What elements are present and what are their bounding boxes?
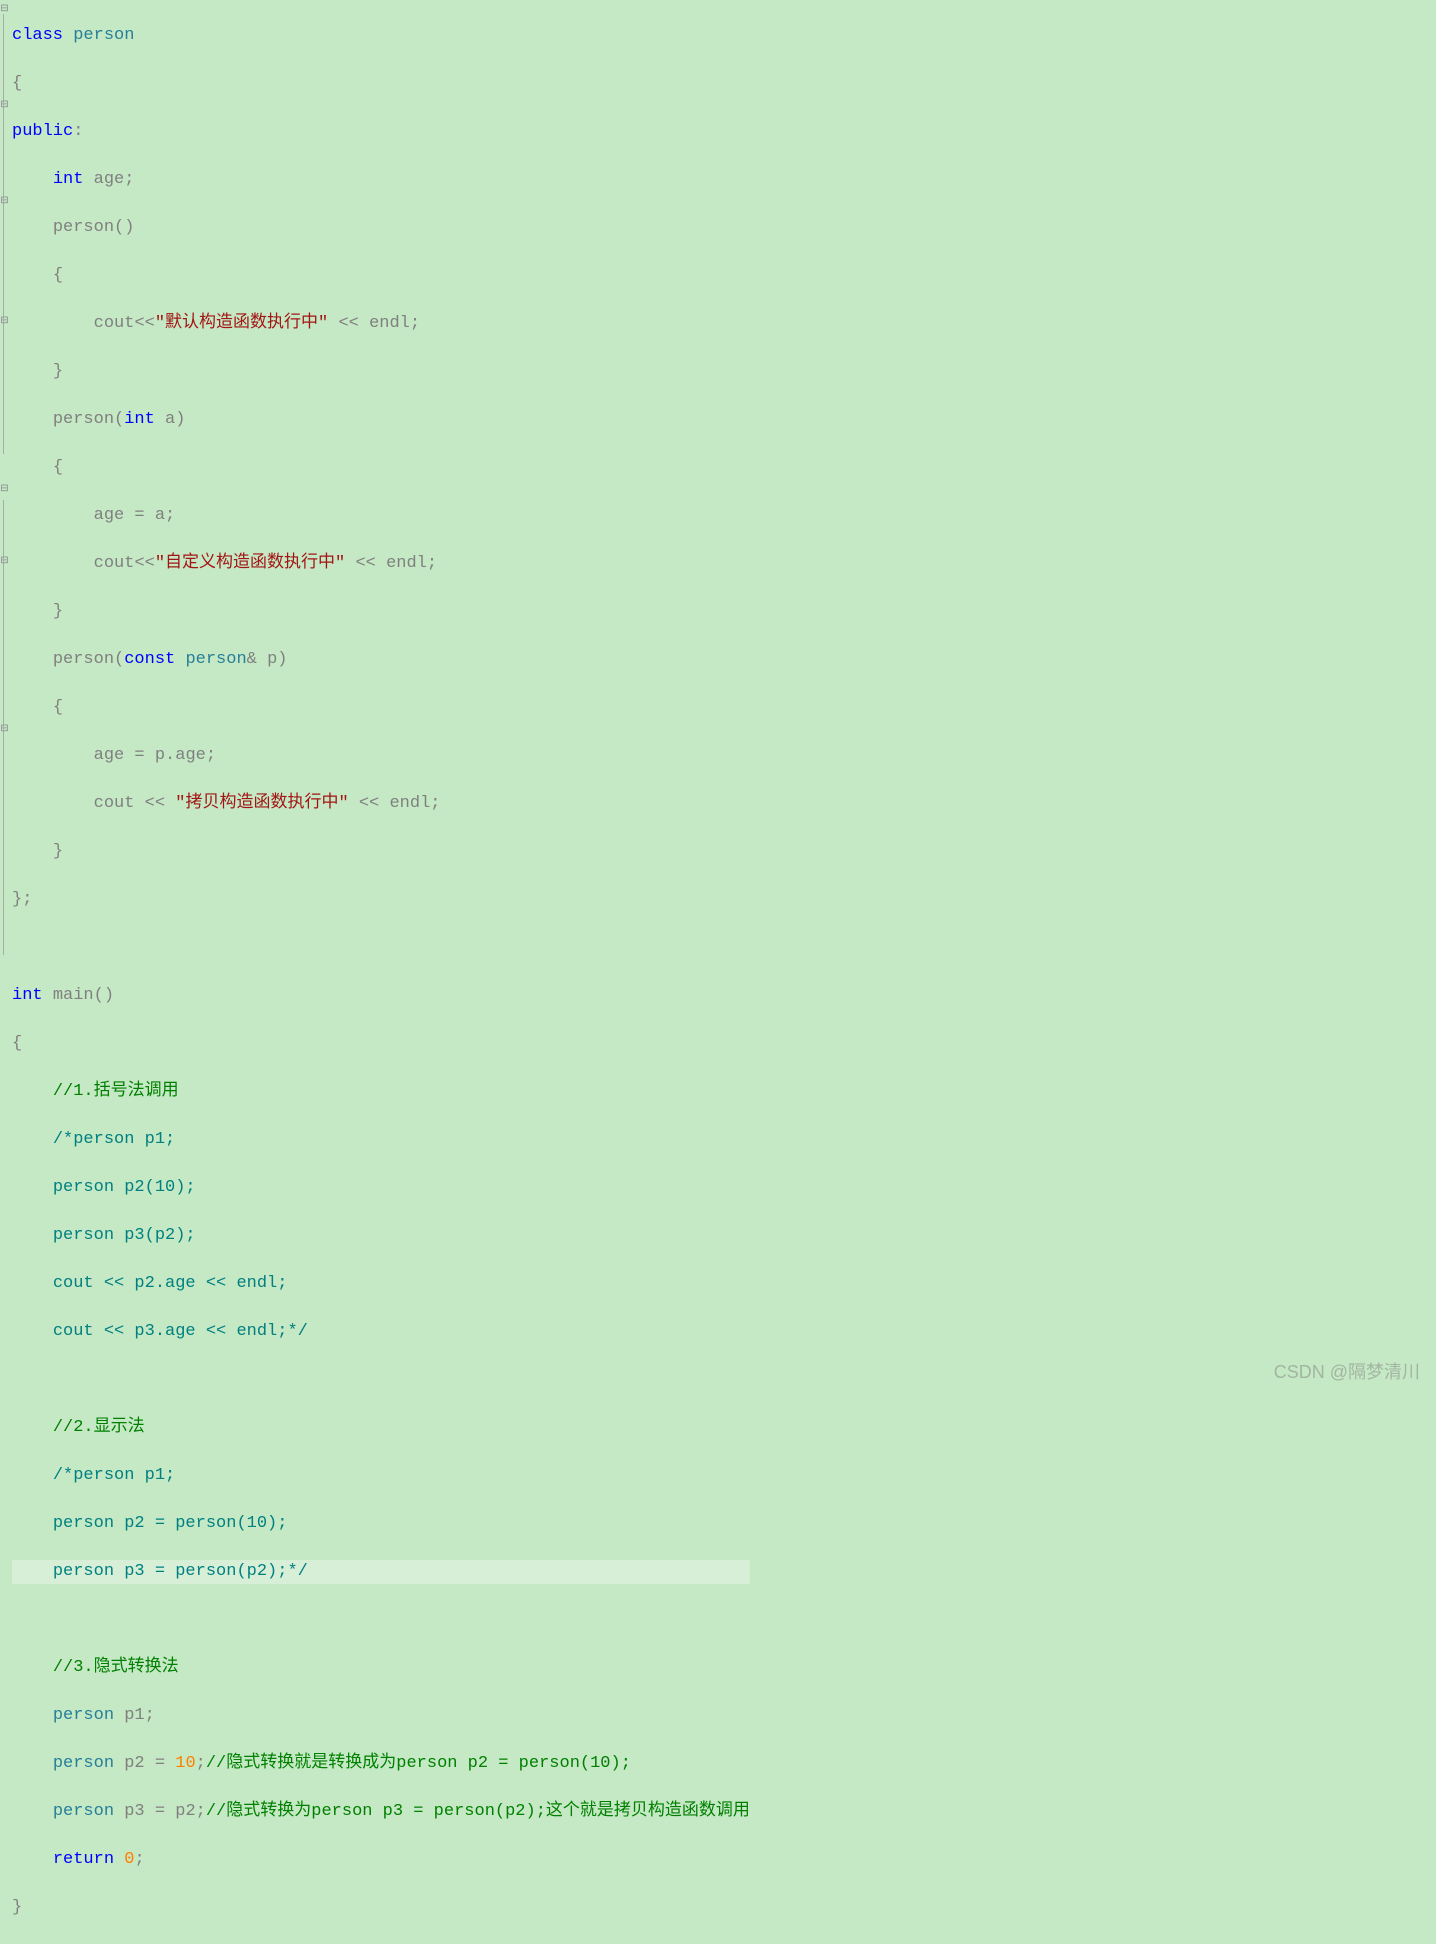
code-line: { xyxy=(12,1032,750,1056)
code-line-highlighted: person p3 = person(p2);*/ xyxy=(12,1560,750,1584)
code-line: //2.显示法 xyxy=(12,1416,750,1440)
fold-marker[interactable]: ⊟ xyxy=(0,317,9,326)
fold-marker[interactable]: ⊟ xyxy=(0,197,9,206)
code-line: { xyxy=(12,696,750,720)
code-line: age = p.age; xyxy=(12,744,750,768)
code-line: cout<<"默认构造函数执行中" << endl; xyxy=(12,312,750,336)
code-line: person() xyxy=(12,216,750,240)
fold-marker[interactable]: ⊟ xyxy=(0,101,9,110)
code-line: { xyxy=(12,456,750,480)
code-line: return 0; xyxy=(12,1848,750,1872)
fold-marker[interactable]: ⊟ xyxy=(0,485,9,494)
code-line: { xyxy=(12,264,750,288)
code-line: int age; xyxy=(12,168,750,192)
code-line: age = a; xyxy=(12,504,750,528)
code-line: public: xyxy=(12,120,750,144)
gutter: ⊟ ⊟ ⊟ ⊟ ⊟ ⊟ ⊟ xyxy=(0,0,10,1394)
code-line: cout << "拷贝构造函数执行中" << endl; xyxy=(12,792,750,816)
code-line: person p2 = 10;//隐式转换就是转换成为person p2 = p… xyxy=(12,1752,750,1776)
code-line: //1.括号法调用 xyxy=(12,1080,750,1104)
fold-marker[interactable]: ⊟ xyxy=(0,725,9,734)
code-editor[interactable]: class person { public: int age; person()… xyxy=(12,0,750,1944)
fold-marker[interactable]: ⊟ xyxy=(0,557,9,566)
code-line: cout << p2.age << endl; xyxy=(12,1272,750,1296)
code-line: person(int a) xyxy=(12,408,750,432)
code-line: person p2(10); xyxy=(12,1176,750,1200)
watermark: CSDN @隔梦清川 xyxy=(1274,1360,1420,1384)
code-line: cout << p3.age << endl;*/ xyxy=(12,1320,750,1344)
code-line: } xyxy=(12,1896,750,1920)
code-line: person p3 = p2;//隐式转换为person p3 = person… xyxy=(12,1800,750,1824)
code-line: /*person p1; xyxy=(12,1128,750,1152)
code-line: { xyxy=(12,72,750,96)
code-line: int main() xyxy=(12,984,750,1008)
code-line: } xyxy=(12,360,750,384)
code-line: } xyxy=(12,840,750,864)
code-line: /*person p1; xyxy=(12,1464,750,1488)
code-line xyxy=(12,1608,750,1632)
fold-marker[interactable]: ⊟ xyxy=(0,5,9,14)
code-line: } xyxy=(12,600,750,624)
code-line: //3.隐式转换法 xyxy=(12,1656,750,1680)
code-line xyxy=(12,1368,750,1392)
code-line xyxy=(12,936,750,960)
code-line: person(const person& p) xyxy=(12,648,750,672)
code-line: person p3(p2); xyxy=(12,1224,750,1248)
code-line: person p1; xyxy=(12,1704,750,1728)
code-line: person p2 = person(10); xyxy=(12,1512,750,1536)
code-line: }; xyxy=(12,888,750,912)
code-line: cout<<"自定义构造函数执行中" << endl; xyxy=(12,552,750,576)
code-line: class person xyxy=(12,24,750,48)
